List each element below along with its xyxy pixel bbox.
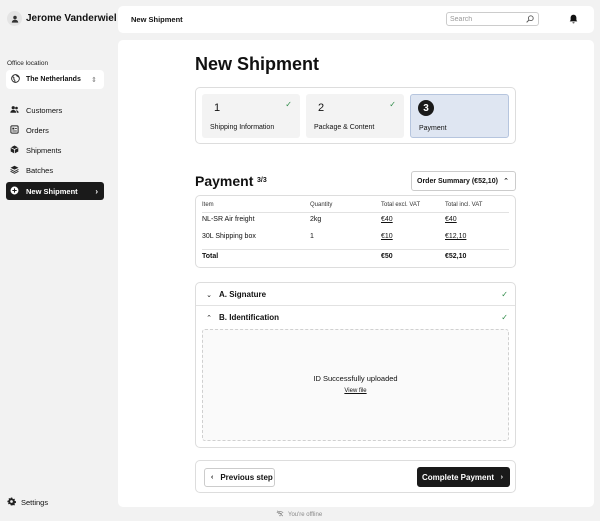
offline-text: You're offline: [288, 511, 323, 518]
accordion-signature[interactable]: ⌄ A. Signature ✓: [196, 283, 515, 306]
chevron-right-icon: ›: [95, 186, 98, 196]
gear-icon: [7, 497, 17, 508]
chevron-left-icon: ‹: [211, 474, 214, 481]
check-icon: ✓: [501, 290, 508, 299]
orders-icon: [10, 124, 19, 136]
office-location-value: The Netherlands: [26, 76, 81, 83]
id-upload-dropzone[interactable]: ID Successfully uploaded View file: [202, 329, 509, 441]
nav-item-label: Customers: [26, 105, 63, 115]
cell-total-incl-vat[interactable]: €12,10: [445, 233, 466, 240]
column-header-total-incl-vat: Total incl. VAT: [445, 202, 483, 208]
step-payment[interactable]: 3 Payment: [410, 94, 509, 138]
step-number: 3: [418, 100, 434, 116]
row-divider: [202, 249, 509, 250]
chevron-up-down-icon: ⇕: [91, 76, 97, 84]
plus-circle-icon: [10, 186, 19, 197]
check-icon: ✓: [285, 100, 292, 109]
chevron-up-icon: ⌃: [503, 178, 509, 185]
previous-step-button[interactable]: ‹ Previous step: [204, 468, 275, 487]
offline-status: You're offline: [276, 510, 322, 519]
check-icon: ✓: [389, 100, 396, 109]
form-actions: ‹ Previous step Complete Payment ›: [195, 460, 516, 493]
users-icon: [10, 105, 19, 116]
verification-accordion: ⌄ A. Signature ✓ ⌃ B. Identification ✓ I…: [195, 282, 516, 448]
cell-total-incl-vat[interactable]: €40: [445, 216, 457, 223]
total-label: Total: [202, 253, 219, 260]
cell-total-excl-vat[interactable]: €10: [381, 233, 393, 240]
main-nav: Customers Orders Shipments Batches New S…: [6, 101, 104, 202]
step-shipping-information[interactable]: 1 ✓ Shipping Information: [202, 94, 300, 138]
globe-icon: [11, 74, 20, 85]
total-incl-vat: €52,10: [445, 253, 467, 260]
step-label: Payment: [419, 125, 447, 132]
step-progress: 1 ✓ Shipping Information 2 ✓ Package & C…: [195, 87, 516, 144]
nav-item-orders[interactable]: Orders: [6, 121, 104, 139]
office-location-label: Office location: [7, 60, 49, 67]
previous-step-label: Previous step: [220, 473, 273, 482]
package-icon: [10, 145, 19, 156]
cell-item: 30L Shipping box: [202, 233, 256, 240]
column-header-quantity: Quantity: [310, 202, 333, 208]
step-number: 1: [214, 102, 221, 114]
nav-item-label: Batches: [26, 165, 54, 175]
nav-item-label: Orders: [26, 125, 49, 135]
nav-item-shipments[interactable]: Shipments: [6, 141, 104, 159]
main-content: New Shipment 1 ✓ Shipping Information 2 …: [118, 40, 594, 507]
settings-link[interactable]: Settings: [7, 497, 48, 508]
accordion-identification[interactable]: ⌃ B. Identification ✓: [196, 306, 515, 329]
total-excl-vat: €50: [381, 253, 393, 260]
sidebar: Jerome Vanderwiel Office location The Ne…: [0, 0, 117, 521]
nav-item-customers[interactable]: Customers: [6, 101, 104, 119]
complete-payment-label: Complete Payment: [422, 472, 495, 482]
column-header-total-excl-vat: Total excl. VAT: [381, 202, 421, 208]
chevron-down-icon: ⌄: [206, 291, 212, 299]
cell-total-excl-vat[interactable]: €40: [381, 216, 393, 223]
nav-item-new-shipment[interactable]: New Shipment ›: [6, 182, 104, 200]
office-location-select[interactable]: The Netherlands ⇕: [6, 70, 104, 89]
user-avatar-icon: [7, 11, 22, 26]
search-input[interactable]: [450, 14, 522, 24]
nav-item-label: Shipments: [26, 145, 62, 155]
settings-label: Settings: [21, 498, 49, 507]
accordion-title: B. Identification: [219, 313, 279, 322]
chevron-up-icon: ⌃: [206, 314, 212, 322]
check-icon: ✓: [501, 313, 508, 322]
upload-success-message: ID Successfully uploaded: [313, 374, 398, 383]
cell-quantity: 1: [310, 233, 314, 240]
payment-step-count: 3/3: [257, 177, 267, 184]
order-table: Item Quantity Total excl. VAT Total incl…: [195, 195, 516, 268]
order-summary-label: Order Summary (€52,10): [417, 177, 498, 185]
page-title: New Shipment: [195, 54, 320, 74]
nav-item-batches[interactable]: Batches: [6, 161, 104, 179]
step-label: Package & Content: [314, 124, 375, 131]
accordion-title: A. Signature: [219, 290, 267, 299]
search-box: [446, 12, 539, 26]
column-header-item: Item: [202, 202, 214, 208]
search-icon[interactable]: [526, 15, 534, 25]
order-summary-toggle[interactable]: Order Summary (€52,10) ⌃: [411, 171, 516, 191]
chevron-right-icon: ›: [500, 473, 503, 481]
view-file-link[interactable]: View file: [344, 388, 366, 394]
user-profile[interactable]: Jerome Vanderwiel: [7, 11, 117, 26]
payment-title: Payment: [195, 173, 254, 189]
wifi-off-icon: [276, 510, 284, 519]
cell-item: NL-SR Air freight: [202, 216, 255, 223]
user-name: Jerome Vanderwiel: [26, 13, 117, 24]
step-label: Shipping Information: [210, 124, 275, 131]
complete-payment-button[interactable]: Complete Payment ›: [417, 467, 510, 487]
nav-item-label: New Shipment: [26, 186, 78, 196]
bell-icon[interactable]: [569, 14, 578, 26]
row-divider: [202, 212, 509, 213]
step-package-content[interactable]: 2 ✓ Package & Content: [306, 94, 404, 138]
layers-icon: [10, 165, 19, 176]
topbar-title: New Shipment: [131, 15, 183, 24]
step-number: 2: [318, 102, 325, 114]
top-bar: New Shipment: [118, 6, 594, 33]
cell-quantity: 2kg: [310, 216, 322, 223]
